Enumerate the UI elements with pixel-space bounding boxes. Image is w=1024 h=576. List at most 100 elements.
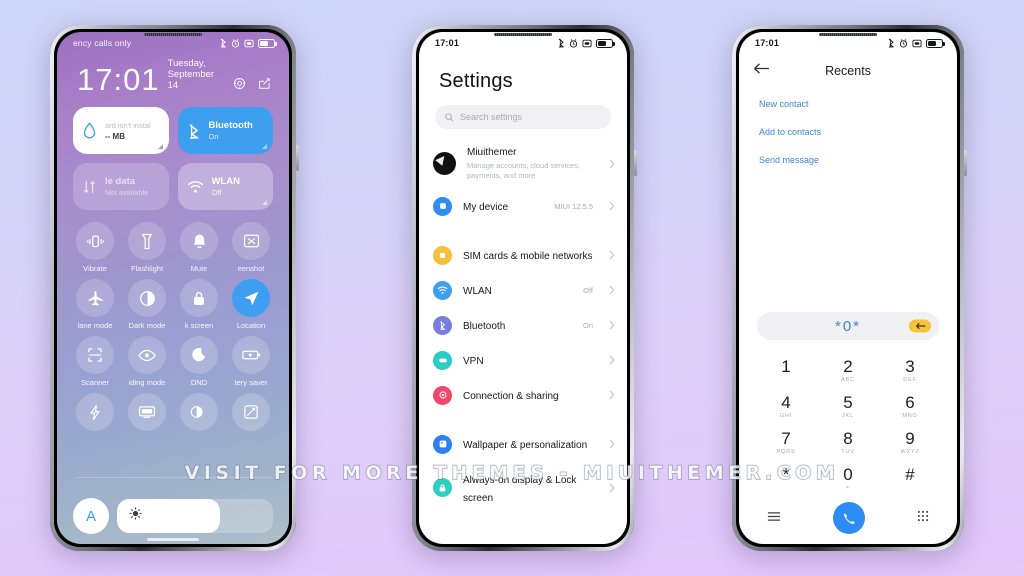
key-9[interactable]: 9 WXYZ	[879, 426, 941, 460]
key-5[interactable]: 5 JKL	[817, 390, 879, 424]
toggle-auto-rotate[interactable]	[225, 393, 277, 431]
key-digit: 2	[843, 357, 853, 376]
key-4[interactable]: 4 GHI	[755, 390, 817, 424]
tile-expand-corner[interactable]	[262, 200, 267, 205]
toggle-cast[interactable]	[121, 393, 173, 431]
key-letters: WXYZ	[900, 449, 920, 455]
toggle-vibrate[interactable]: Vibrate	[69, 222, 121, 273]
key-3[interactable]: 3 DEF	[879, 354, 941, 388]
lock-icon	[180, 279, 218, 317]
toggle-lock-screen[interactable]: k screen	[173, 279, 225, 330]
tile-subtitle: Off	[211, 188, 222, 197]
phone-control-center: ency calls only 17:01 Tuesday, September…	[50, 25, 299, 551]
toggle-dark-mode[interactable]: Dark mode	[121, 279, 173, 330]
power-button[interactable]	[634, 150, 637, 176]
key-digit: *	[782, 465, 790, 484]
key-1[interactable]: 1	[755, 354, 817, 388]
edit-icon[interactable]	[258, 77, 271, 90]
quick-toggle-grid: Vibrate Flashlight Mute eenshot lane mod…	[57, 210, 289, 431]
toggle-reading-mode[interactable]: iding mode	[121, 336, 173, 387]
toggle-mute[interactable]: Mute	[173, 222, 225, 273]
dialed-number: *0*	[834, 317, 862, 335]
row-label: SIM cards & mobile networks	[463, 251, 593, 263]
key-digit: 9	[905, 429, 915, 448]
clock-time: 17:01	[77, 62, 160, 97]
key-letters: ABC	[841, 377, 855, 383]
tile-expand-corner[interactable]	[157, 144, 163, 149]
key-star[interactable]: *	[755, 462, 817, 496]
water-drop-icon	[82, 122, 97, 139]
power-button[interactable]	[296, 145, 299, 171]
toggle-airplane-mode[interactable]: lane mode	[69, 279, 121, 330]
moon-icon	[180, 336, 218, 374]
toggle-label: tery saver	[234, 378, 268, 387]
search-input[interactable]: Search settings	[435, 105, 611, 129]
bluetooth-icon	[187, 122, 201, 140]
key-2[interactable]: 2 ABC	[817, 354, 879, 388]
settings-row-wallpaper[interactable]: Wallpaper & personalization	[419, 427, 627, 462]
tile-expand-corner[interactable]	[262, 144, 267, 149]
settings-row-account[interactable]: Miuithemer Manage accounts, cloud servic…	[419, 139, 627, 189]
toggle-screenshot[interactable]: eenshot	[225, 222, 277, 273]
send-message-link[interactable]: Send message	[759, 146, 937, 174]
settings-row-bluetooth[interactable]: Bluetooth On	[419, 308, 627, 343]
toggle-label: k screen	[184, 321, 214, 330]
tile-bluetooth[interactable]: Bluetooth On	[177, 107, 273, 154]
row-label: Wallpaper & personalization	[463, 440, 588, 452]
dialer-app: 17:01 Recents New contact Add to contact…	[739, 32, 957, 544]
toggle-power-boost[interactable]	[69, 393, 121, 431]
wallpaper-icon	[433, 434, 452, 454]
settings-row-vpn[interactable]: VPN	[419, 343, 627, 378]
chevron-right-icon	[609, 250, 615, 260]
backspace-icon[interactable]	[909, 319, 931, 333]
settings-row-my-device[interactable]: My device MIUI 12.5.5	[419, 189, 627, 224]
key-hash[interactable]: #	[879, 462, 941, 496]
chevron-right-icon	[609, 390, 615, 400]
toggle-reading-light[interactable]	[173, 393, 225, 431]
settings-row-wlan[interactable]: WLAN Off	[419, 273, 627, 308]
key-0[interactable]: 0 +	[817, 462, 879, 496]
tile-wlan[interactable]: WLAN Off	[177, 163, 273, 210]
earpiece-speaker	[144, 33, 202, 36]
tile-title: Bluetooth	[208, 120, 253, 131]
settings-row-sim-cards[interactable]: SIM cards & mobile networks	[419, 238, 627, 273]
avatar	[433, 152, 456, 176]
new-contact-link[interactable]: New contact	[759, 90, 937, 118]
chevron-right-icon	[609, 201, 615, 211]
toggle-dnd[interactable]: DND	[173, 336, 225, 387]
call-button[interactable]	[833, 502, 865, 534]
row-label: VPN	[463, 356, 484, 368]
vpn-icon	[433, 350, 452, 370]
number-field[interactable]: *0*	[757, 312, 939, 340]
key-6[interactable]: 6 MNO	[879, 390, 941, 424]
key-8[interactable]: 8 TUV	[817, 426, 879, 460]
power-button[interactable]	[964, 150, 967, 176]
key-letters: PQRS	[776, 449, 796, 455]
auto-brightness-button[interactable]: A	[73, 498, 109, 534]
settings-gear-icon[interactable]	[233, 77, 246, 90]
toggle-flashlight[interactable]: Flashlight	[121, 222, 173, 273]
toggle-label: iding mode	[128, 378, 166, 387]
toggle-battery-saver[interactable]: tery saver	[225, 336, 277, 387]
settings-row-connection-sharing[interactable]: Connection & sharing	[419, 378, 627, 413]
wifi-icon	[187, 180, 204, 194]
tile-data-usage[interactable]: ard isn't instal -- MB	[73, 107, 169, 154]
toggle-scanner[interactable]: Scanner	[69, 336, 121, 387]
row-label: Connection & sharing	[463, 391, 559, 403]
toggle-label: Vibrate	[83, 264, 107, 273]
tile-mobile-data[interactable]: le data Not available	[73, 163, 169, 210]
key-letters: +	[845, 485, 850, 491]
device-icon	[433, 196, 452, 216]
toggle-location[interactable]: Location	[225, 279, 277, 330]
settings-row-aod-lockscreen[interactable]: Always-on display & Lock screen	[419, 462, 627, 514]
home-indicator[interactable]	[147, 538, 199, 541]
wifi-icon	[433, 280, 452, 300]
brightness-slider[interactable]	[117, 499, 273, 533]
menu-icon[interactable]	[767, 509, 781, 527]
chevron-right-icon	[609, 355, 615, 365]
add-to-contacts-link[interactable]: Add to contacts	[759, 118, 937, 146]
share-nodes-icon	[433, 385, 452, 405]
dialpad-icon[interactable]	[917, 509, 929, 527]
key-7[interactable]: 7 PQRS	[755, 426, 817, 460]
statusbar-clock: 17:01	[435, 38, 460, 48]
